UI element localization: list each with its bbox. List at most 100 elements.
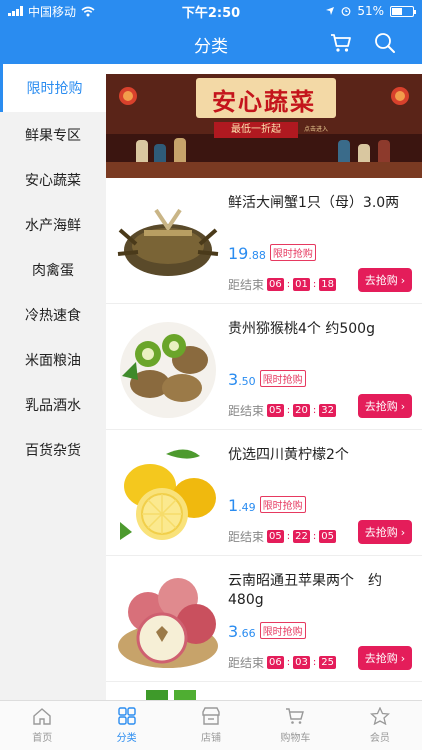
product-image <box>117 208 219 276</box>
product-name: 云南昭通丑苹果两个 约480g <box>228 573 382 608</box>
buy-label: 去抢购 <box>364 526 398 539</box>
price-integer: 3 <box>228 622 239 641</box>
carrier-label: 中国移动 <box>28 4 77 19</box>
buy-button[interactable]: 去抢购 › <box>358 520 412 544</box>
product-name: 鲜活大闸蟹1只（母）3.0两 <box>228 195 400 211</box>
buy-button[interactable]: 去抢购 › <box>358 268 412 292</box>
product-price: 19.88 限时抢购 <box>228 244 316 263</box>
chevron-right-icon: › <box>400 273 406 287</box>
countdown-hours: 05 <box>267 404 284 417</box>
promo-banner[interactable]: 安心蔬菜 最低一折起 点击进入 <box>106 74 422 178</box>
sidebar-item-seafood[interactable]: 水产海鲜 <box>0 202 106 247</box>
buy-button[interactable]: 去抢购 › <box>358 646 412 670</box>
countdown-seconds: 18 <box>319 278 336 291</box>
banner-small-text: 点击进入 <box>304 126 329 133</box>
sidebar-item-dairy-drinks[interactable]: 乳品酒水 <box>0 382 106 427</box>
price-decimal: .49 <box>238 501 256 514</box>
countdown-minutes: 22 <box>293 530 310 543</box>
category-sidebar: 限时抢购 鲜果专区 安心蔬菜 水产海鲜 肉禽蛋 冷热速食 米面粮油 乳品酒水 百… <box>0 64 106 700</box>
battery-percent: 51% <box>357 4 384 18</box>
tab-member[interactable]: 会员 <box>338 701 422 750</box>
countdown: 距结束 05: 22: 05 <box>228 530 336 544</box>
shop-icon <box>202 707 220 725</box>
tab-category[interactable]: 分类 <box>84 701 168 750</box>
chevron-right-icon: › <box>400 525 406 539</box>
chevron-right-icon: › <box>400 399 406 413</box>
sidebar-item-label: 限时抢购 <box>26 81 83 97</box>
countdown-minutes: 20 <box>293 404 310 417</box>
chevron-right-icon: › <box>400 651 406 665</box>
page-title: 分类 <box>194 37 228 57</box>
countdown-hours: 06 <box>267 656 284 669</box>
location-icon <box>326 7 335 15</box>
flash-sale-tag: 限时抢购 <box>259 496 306 513</box>
product-item[interactable]: 优选四川黄柠檬2个 1.49 限时抢购 距结束 05: 22: 05 去抢购 › <box>106 430 422 556</box>
product-image <box>118 578 218 668</box>
tab-shop[interactable]: 店铺 <box>169 701 253 750</box>
buy-label: 去抢购 <box>364 400 398 413</box>
tab-label: 分类 <box>116 733 137 744</box>
search-icon[interactable] <box>374 32 396 54</box>
price-integer: 19 <box>228 244 249 263</box>
sidebar-item-fruit[interactable]: 鲜果专区 <box>0 112 106 157</box>
tab-cart[interactable]: 购物车 <box>253 701 337 750</box>
buy-button[interactable]: 去抢购 › <box>358 394 412 418</box>
product-item[interactable]: 云南昭通丑苹果两个 约480g 3.66 限时抢购 距结束 06: 03: 25 … <box>106 556 422 682</box>
countdown-minutes: 01 <box>293 278 310 291</box>
status-bar: 中国移动 下午2:50 51% <box>0 0 422 22</box>
sidebar-item-vegetables[interactable]: 安心蔬菜 <box>0 157 106 202</box>
sidebar-item-label: 安心蔬菜 <box>25 172 81 189</box>
tab-label: 首页 <box>32 733 53 744</box>
countdown-seconds: 32 <box>319 404 336 417</box>
sidebar-item-flash-sale[interactable]: 限时抢购 <box>0 64 106 112</box>
countdown-label: 距结束 <box>228 278 265 292</box>
product-item[interactable]: 鲜活大闸蟹1只（母）3.0两 19.88 限时抢购 距结束 06: 01: 18 … <box>106 178 422 304</box>
battery-icon <box>390 5 416 17</box>
cart-icon[interactable] <box>330 33 352 53</box>
banner-title: 安心蔬菜 <box>212 87 316 116</box>
product-price: 3.50 限时抢购 <box>228 370 306 389</box>
product-item[interactable]: 贵州猕猴桃4个 约500g 3.50 限时抢购 距结束 05: 20: 32 去抢… <box>106 304 422 430</box>
flash-sale-tag: 限时抢购 <box>259 622 306 639</box>
flash-sale-tag: 限时抢购 <box>269 244 316 261</box>
price-decimal: .50 <box>238 375 256 388</box>
sidebar-item-label: 米面粮油 <box>25 352 81 369</box>
signal-icon <box>8 6 23 16</box>
buy-label: 去抢购 <box>364 274 398 287</box>
nav-bar: 分类 <box>0 22 422 64</box>
star-icon <box>369 707 390 725</box>
countdown-label: 距结束 <box>228 404 265 418</box>
clock: 下午2:50 <box>181 5 241 21</box>
tab-home[interactable]: 首页 <box>0 701 84 750</box>
buy-label: 去抢购 <box>364 652 398 665</box>
sidebar-item-groceries[interactable]: 百货杂货 <box>0 427 106 472</box>
sidebar-item-label: 乳品酒水 <box>25 397 81 414</box>
sidebar-item-label: 鲜果专区 <box>25 127 81 144</box>
price-decimal: .88 <box>248 249 266 262</box>
price-integer: 3 <box>228 370 239 389</box>
product-image <box>120 322 216 418</box>
sidebar-item-grain-oil[interactable]: 米面粮油 <box>0 337 106 382</box>
sidebar-item-label: 肉禽蛋 <box>32 262 74 279</box>
countdown-minutes: 03 <box>293 656 310 669</box>
product-price: 3.66 限时抢购 <box>228 622 306 641</box>
product-image-partial <box>146 690 196 700</box>
tab-label: 店铺 <box>201 733 222 744</box>
category-icon <box>117 707 136 725</box>
countdown-seconds: 25 <box>319 656 336 669</box>
price-decimal: .66 <box>238 627 256 640</box>
countdown-label: 距结束 <box>228 656 265 670</box>
flash-sale-tag: 限时抢购 <box>259 370 306 387</box>
countdown: 距结束 06: 03: 25 <box>228 656 336 670</box>
product-list-area: 安心蔬菜 最低一折起 点击进入 鲜活大闸蟹1只（母）3.0两 19.88 限时抢购… <box>106 64 422 700</box>
price-integer: 1 <box>228 496 239 515</box>
sidebar-item-label: 水产海鲜 <box>25 217 81 234</box>
sidebar-item-meat-eggs[interactable]: 肉禽蛋 <box>0 247 106 292</box>
countdown-seconds: 05 <box>319 530 336 543</box>
bottom-tab-bar: 首页 分类 店铺 购物车 会员 <box>0 700 422 750</box>
countdown-hours: 06 <box>267 278 284 291</box>
sidebar-item-quick-food[interactable]: 冷热速食 <box>0 292 106 337</box>
product-name: 贵州猕猴桃4个 约500g <box>228 321 375 337</box>
countdown: 距结束 06: 01: 18 <box>228 278 336 292</box>
tab-label: 会员 <box>369 733 390 744</box>
